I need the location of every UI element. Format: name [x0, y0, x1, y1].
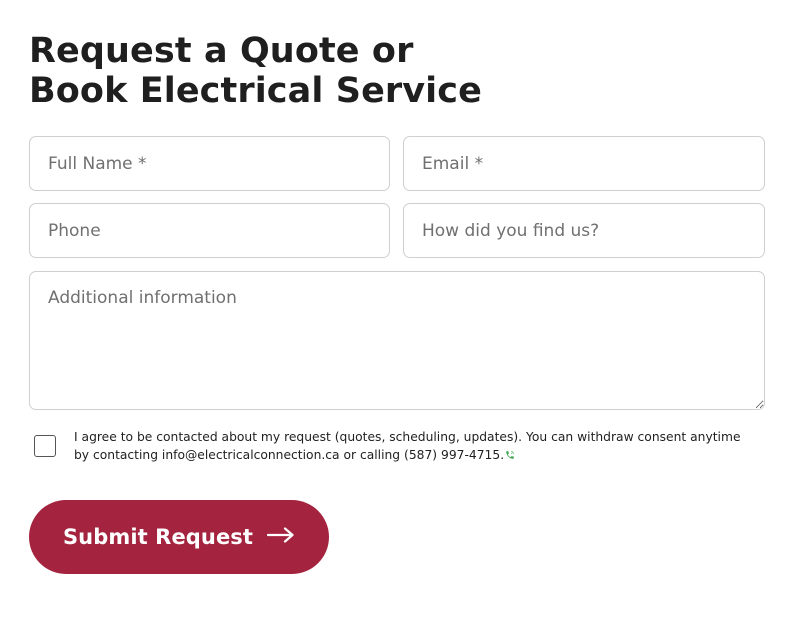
email-input[interactable] — [403, 136, 765, 191]
consent-text-line-2: by contacting info@electricalconnection.… — [74, 448, 505, 462]
full-name-input[interactable] — [29, 136, 390, 191]
page-title-line-2: Book Electrical Service — [29, 71, 482, 111]
page-title-line-1: Request a Quote or — [29, 31, 414, 71]
submit-request-label: Submit Request — [62, 525, 254, 549]
consent-text-line-2-wrap: by contacting info@electricalconnection.… — [74, 446, 774, 465]
phone-icon — [505, 447, 515, 465]
arrow-right-icon — [266, 527, 295, 547]
additional-information-textarea[interactable] — [29, 271, 765, 410]
page-title: Request a Quote or Book Electrical Servi… — [29, 31, 482, 111]
phone-input[interactable] — [29, 203, 390, 258]
consent-text-line-1: I agree to be contacted about my request… — [74, 430, 741, 444]
consent-text: I agree to be contacted about my request… — [74, 428, 774, 465]
consent-checkbox[interactable] — [34, 435, 56, 457]
submit-request-button[interactable]: Submit Request — [29, 500, 329, 574]
how-did-you-find-us-input[interactable] — [403, 203, 765, 258]
